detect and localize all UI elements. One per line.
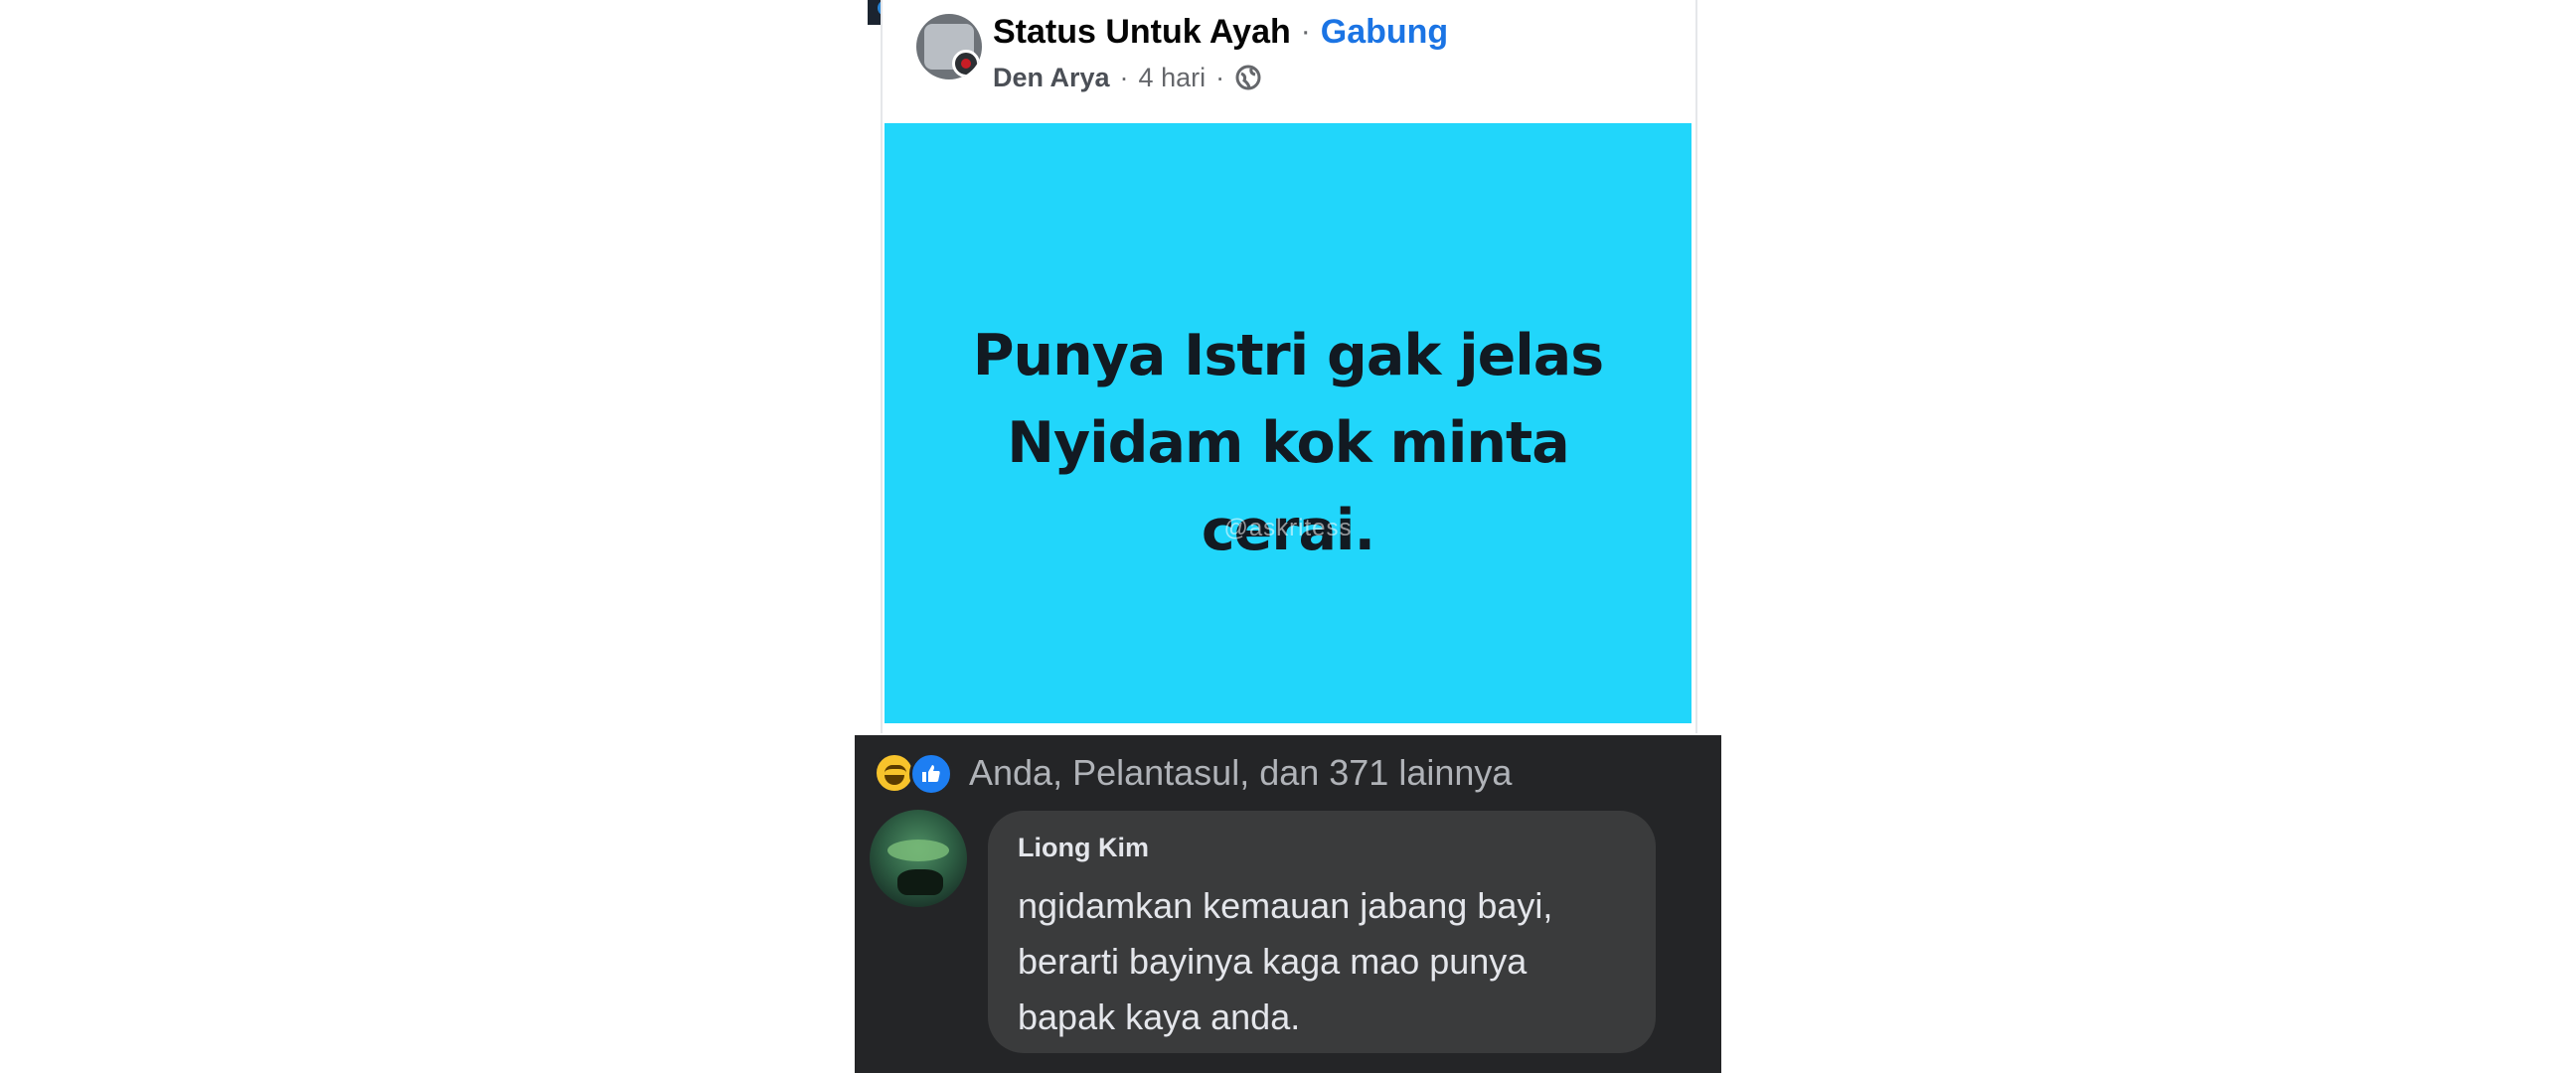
author-link[interactable]: Den Arya	[993, 63, 1110, 93]
reactions-summary[interactable]: Anda, Pelantasul, dan 371 lainnya	[874, 745, 1512, 801]
meta-separator-2: ·	[1215, 62, 1225, 92]
post-text-line: Nyidam kok minta	[1007, 410, 1569, 476]
group-avatar[interactable]	[916, 14, 982, 79]
comment-text-line: ngidamkan kemauan jabang bayi,	[1018, 885, 1553, 926]
join-group-button[interactable]: Gabung	[1321, 13, 1448, 52]
comment-text-line: bapak kaya anda.	[1018, 996, 1301, 1037]
post-time[interactable]: 4 hari	[1139, 63, 1207, 93]
meta-separator: ·	[1119, 62, 1129, 92]
like-icon	[909, 752, 953, 796]
watermark: @askritess	[1223, 515, 1353, 541]
comment-bubble: Liong Kim ngidamkan kemauan jabang bayi,…	[988, 811, 1656, 1053]
reaction-icons	[874, 750, 965, 796]
comment-text-line: berarti bayinya kaga mao punya	[1018, 941, 1528, 982]
header-separator: ·	[1300, 15, 1311, 48]
group-name-link[interactable]: Status Untuk Ayah	[993, 13, 1291, 52]
commenter-avatar[interactable]	[870, 810, 967, 907]
comment-author[interactable]: Liong Kim	[1018, 833, 1149, 863]
post-meta: Den Arya · 4 hari ·	[993, 60, 1262, 95]
reactions-text[interactable]: Anda, Pelantasul, dan 371 lainnya	[969, 752, 1512, 794]
comment-text: ngidamkan kemauan jabang bayi, berarti b…	[1018, 878, 1634, 1045]
post-text-line: Punya Istri gak jelas	[972, 323, 1604, 388]
post-header: Status Untuk Ayah · Gabung	[993, 10, 1448, 54]
post-image[interactable]: Punya Istri gak jelas Nyidam kok minta c…	[885, 123, 1691, 723]
globe-icon	[1234, 64, 1262, 91]
